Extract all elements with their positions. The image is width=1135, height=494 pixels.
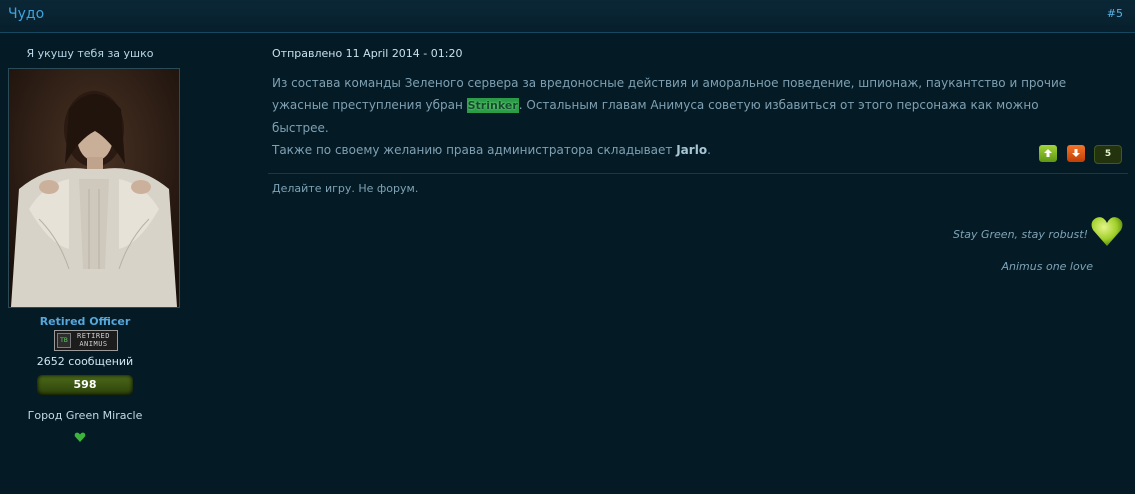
topic-header: Чудо #5 <box>0 0 1135 33</box>
vote-up-button[interactable] <box>1039 145 1057 162</box>
vote-count: 5 <box>1094 145 1122 164</box>
posts-count: 2652 сообщений <box>36 355 134 368</box>
post-number-link[interactable]: #5 <box>1107 7 1123 20</box>
post-body: Из состава команды Зеленого сервера за в… <box>272 72 1092 161</box>
reputation-badge[interactable]: 598 <box>37 375 133 395</box>
signature-divider <box>268 173 1128 174</box>
rank-badge: TB RETIRED ANIMUS <box>54 330 118 351</box>
author-city: Город Green Miracle <box>27 409 143 422</box>
avatar[interactable] <box>8 68 180 308</box>
post-date[interactable]: Отправлено 11 April 2014 - 01:20 <box>272 47 462 60</box>
green-heart-icon <box>1091 217 1123 246</box>
avatar-image <box>9 69 179 307</box>
signature-line1: Делайте игру. Не форум. <box>272 182 419 195</box>
author-rank: Retired Officer <box>39 315 131 328</box>
arrow-down-icon <box>1072 149 1080 157</box>
heart-icon <box>74 432 86 442</box>
rank-badge-tag: TB <box>57 333 71 348</box>
post-text-line3-suffix: . <box>707 143 711 157</box>
signature-line3: Animus one love <box>1001 260 1094 273</box>
vote-down-button[interactable] <box>1067 145 1085 162</box>
post-text-line3-prefix: Также по своему желанию права администра… <box>272 143 677 157</box>
highlighted-username[interactable]: Strinker <box>466 98 519 113</box>
author-sidebar: Я укушу тебя за ушко Retired Officer TB … <box>0 33 180 494</box>
rank-badge-text: RETIRED ANIMUS <box>76 332 110 348</box>
signature-line2: Stay Green, stay robust! <box>952 228 1088 241</box>
author-nickname[interactable]: Я укушу тебя за ушко <box>0 47 180 60</box>
admin-username: Jarlo <box>676 143 708 157</box>
topic-title[interactable]: Чудо <box>8 6 44 22</box>
arrow-up-icon <box>1044 149 1052 157</box>
